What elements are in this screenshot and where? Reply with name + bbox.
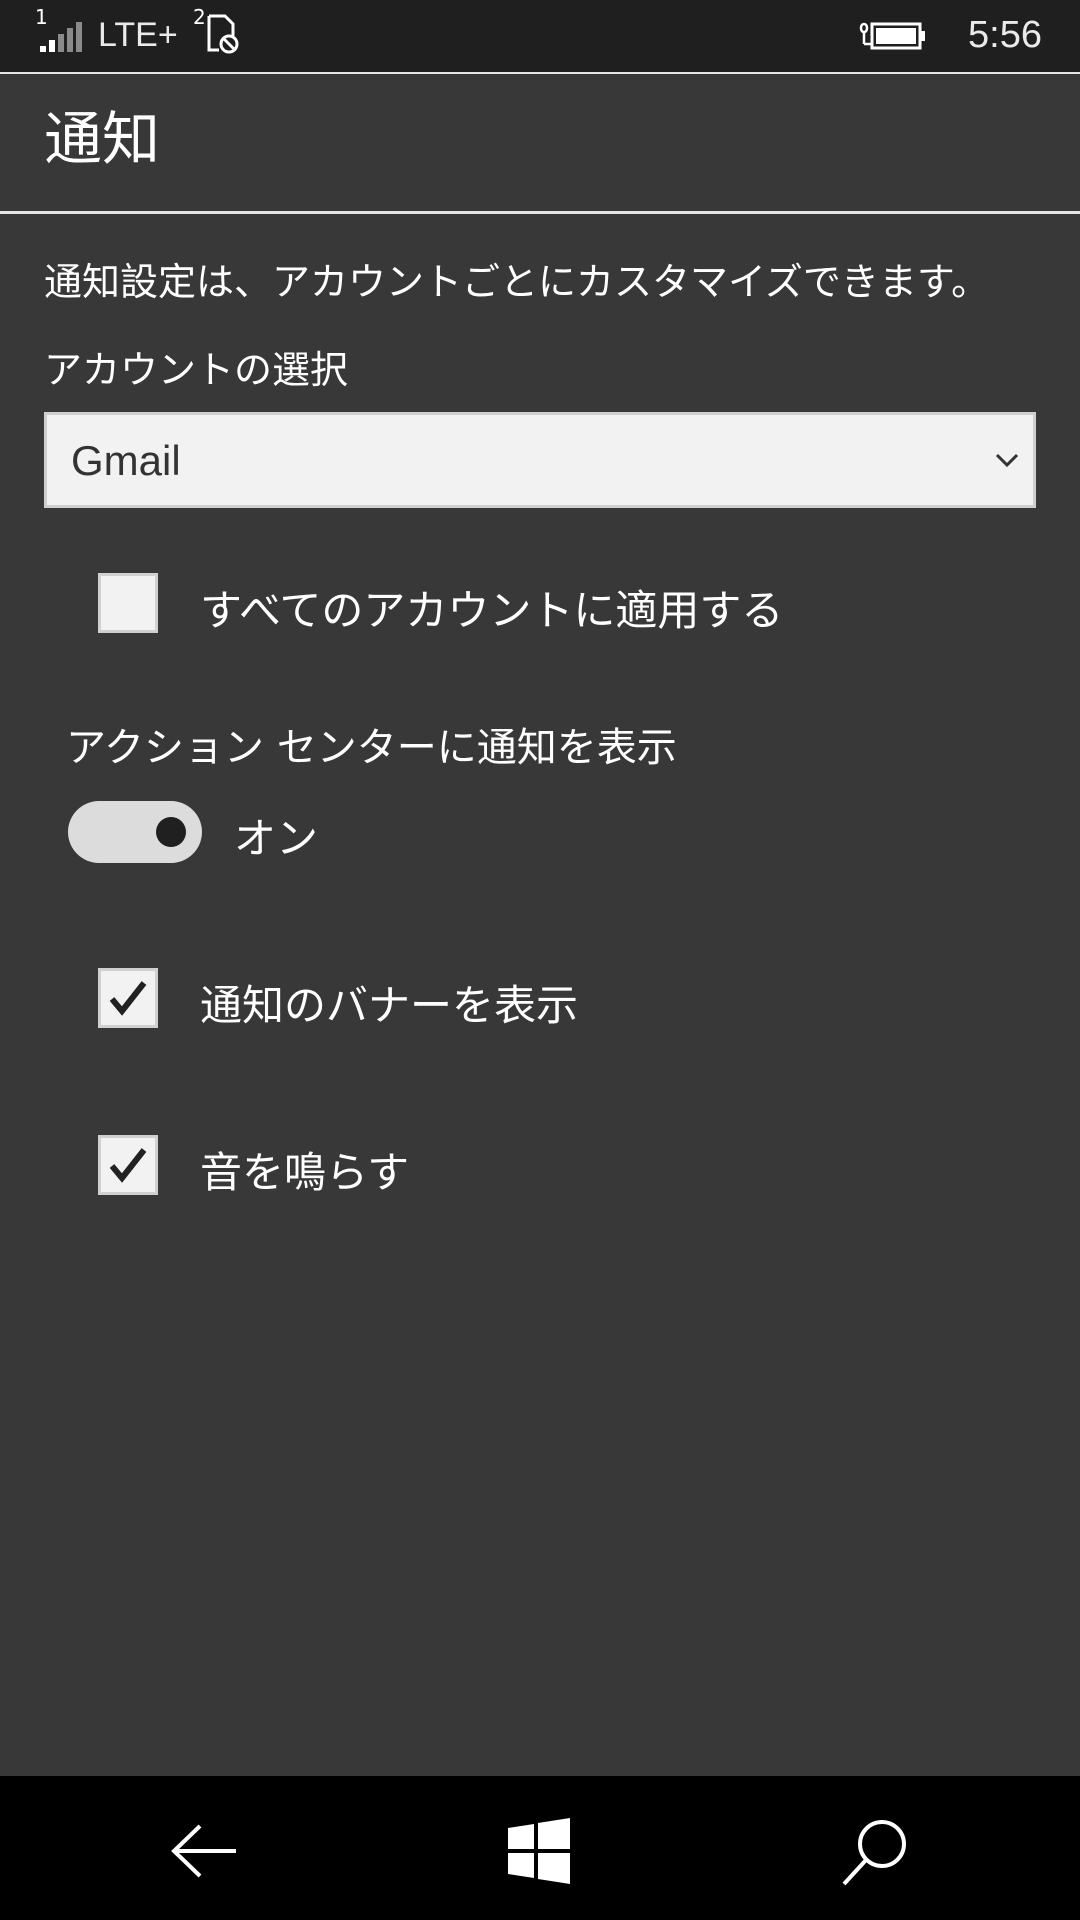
show-banner-checkbox[interactable] [98,968,158,1028]
chevron-down-icon [995,453,1019,468]
signal-icon [40,22,82,52]
sim-blocked-icon [207,14,239,54]
action-center-label: アクション センターに通知を表示 [66,725,677,771]
action-center-state: オン [234,814,319,863]
clock: 5:56 [968,14,1042,56]
apply-all-accounts-row[interactable]: すべてのアカウントに適用する [98,573,998,635]
account-select-label: アカウントの選択 [44,348,349,392]
apply-all-accounts-label: すべてのアカウントに適用する [200,586,784,635]
action-center-toggle[interactable] [68,801,202,863]
play-sound-row[interactable]: 音を鳴らす [98,1135,998,1197]
navigation-bar [0,1776,1080,1920]
settings-content: 通知設定は、アカウントごとにカスタマイズできます。 アカウントの選択 Gmail… [0,217,1080,1777]
page-header: 通知 [0,74,1080,214]
apply-all-accounts-checkbox[interactable] [98,573,158,633]
account-select-value: Gmail [71,437,181,484]
show-banner-label: 通知のバナーを表示 [200,981,579,1030]
play-sound-label: 音を鳴らす [200,1148,410,1197]
windows-icon[interactable] [494,1806,584,1896]
search-icon[interactable] [830,1806,920,1896]
account-select[interactable]: Gmail [44,412,1036,508]
sim2-label: 2 [193,5,206,29]
play-sound-checkbox[interactable] [98,1135,158,1195]
status-bar: 1 LTE+ 2 5:56 [0,0,1080,74]
page-title: 通知 [44,105,161,173]
show-banner-row[interactable]: 通知のバナーを表示 [98,968,998,1030]
settings-description: 通知設定は、アカウントごとにカスタマイズできます。 [44,260,990,304]
checkmark-icon [109,981,147,1016]
checkmark-icon [109,1148,147,1183]
back-arrow-icon[interactable] [158,1806,248,1896]
battery-charging-icon [859,22,925,50]
toggle-knob [156,817,186,847]
network-type: LTE+ [98,16,178,54]
